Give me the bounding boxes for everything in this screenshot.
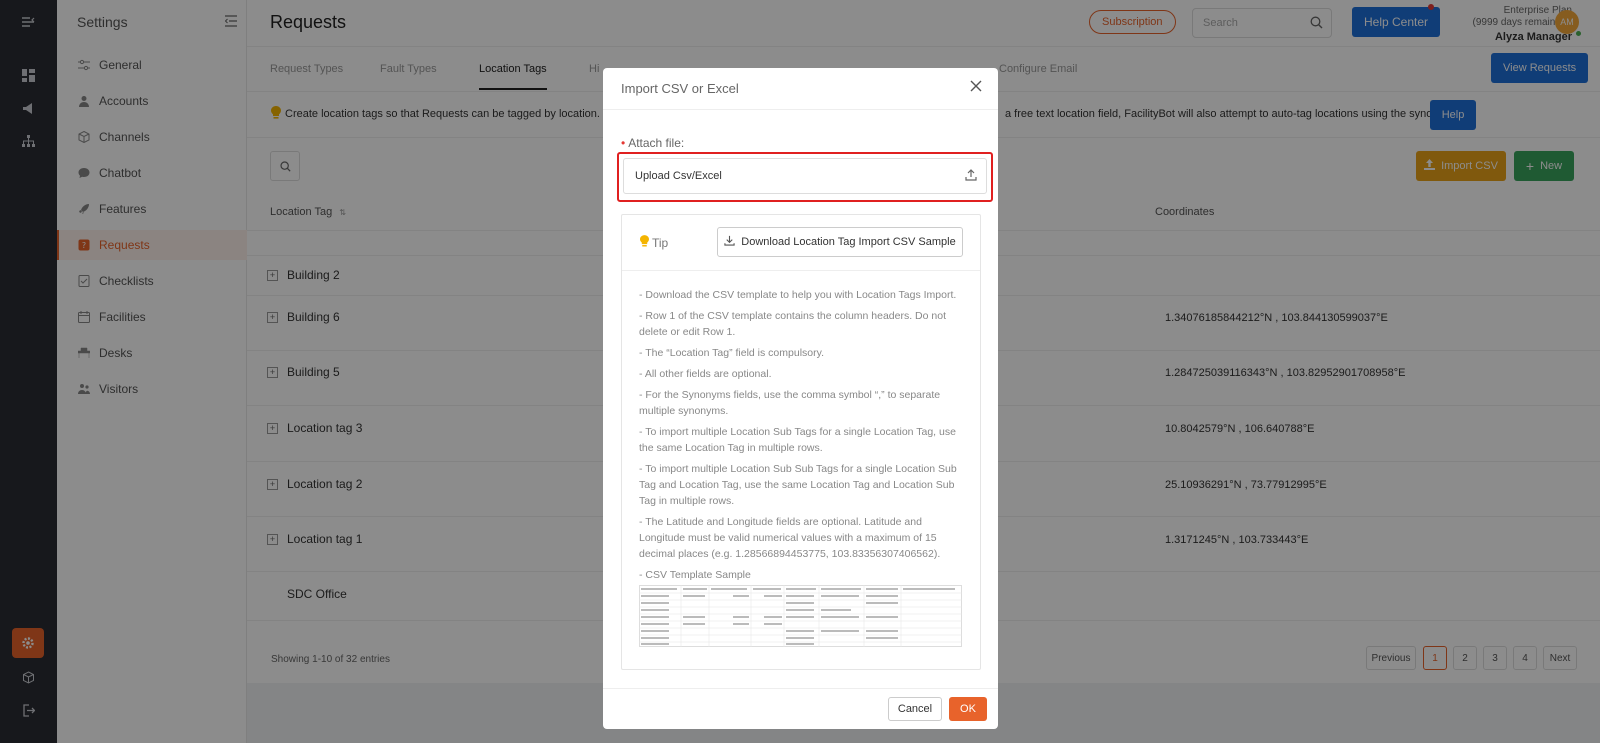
- cancel-button[interactable]: Cancel: [888, 697, 942, 721]
- divider: [622, 270, 980, 271]
- csv-template-sample-image: [639, 585, 962, 647]
- download-sample-button[interactable]: Download Location Tag Import CSV Sample: [717, 227, 963, 257]
- divider: [603, 109, 998, 110]
- close-icon[interactable]: [970, 80, 982, 95]
- tip-item: - Download the CSV template to help you …: [639, 289, 957, 301]
- tip-item: - Row 1 of the CSV template contains the…: [639, 310, 946, 338]
- attach-file-text: Attach file:: [628, 136, 685, 150]
- tip-item: - For the Synonyms fields, use the comma…: [639, 389, 941, 417]
- upload-file-input[interactable]: Upload Csv/Excel: [623, 158, 987, 194]
- upload-icon: [965, 169, 977, 184]
- tip-item: - To import multiple Location Sub Sub Ta…: [639, 463, 957, 507]
- tip-item: - All other fields are optional.: [639, 368, 772, 380]
- tip-item: - To import multiple Location Sub Tags f…: [639, 426, 956, 454]
- lightbulb-icon: [640, 235, 649, 250]
- download-icon: [724, 235, 735, 249]
- tip-item: - The “Location Tag” field is compulsory…: [639, 347, 825, 359]
- ok-button[interactable]: OK: [949, 697, 987, 721]
- tip-panel: Tip Download Location Tag Import CSV Sam…: [621, 214, 981, 670]
- modal-title: Import CSV or Excel: [621, 81, 739, 96]
- tip-label: Tip: [640, 235, 668, 250]
- attach-file-label: • Attach file:: [621, 136, 684, 150]
- required-marker: •: [621, 136, 626, 150]
- download-sample-label: Download Location Tag Import CSV Sample: [741, 236, 956, 248]
- import-csv-modal: Import CSV or Excel • Attach file: Upload…: [603, 68, 998, 729]
- tip-item: - CSV Template Sample: [639, 569, 751, 581]
- tip-item: - The Latitude and Longitude fields are …: [639, 516, 941, 560]
- upload-label: Upload Csv/Excel: [635, 170, 722, 182]
- tip-list: - Download the CSV template to help you …: [639, 287, 969, 588]
- tip-text: Tip: [652, 235, 669, 250]
- divider: [603, 688, 998, 689]
